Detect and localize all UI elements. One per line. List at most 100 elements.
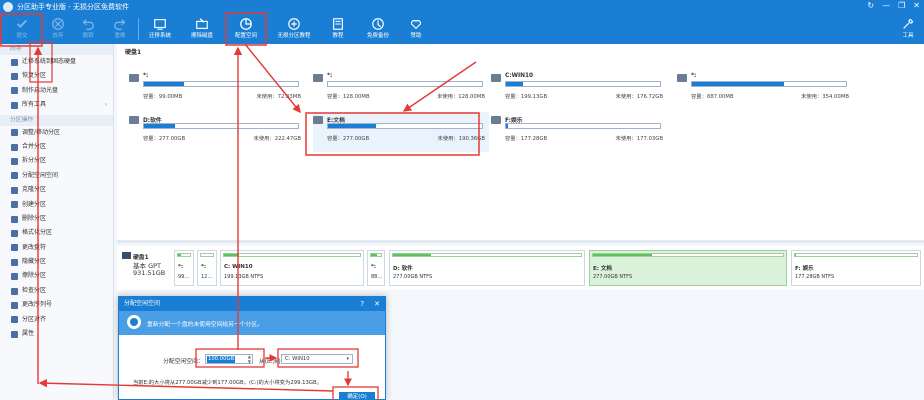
sidebar-item[interactable]: 属性 <box>0 327 113 341</box>
partition-icon <box>313 74 323 82</box>
sidebar-item-label: 恢复分区 <box>22 72 47 80</box>
partition-icon <box>129 74 139 82</box>
partition-card[interactable]: C:WIN10 容量：199.13GB 未使用：176.72GB <box>491 70 667 110</box>
sidebar-item[interactable]: 所有工具 › <box>0 98 113 112</box>
sidebar-item[interactable]: 格式化分区 <box>0 226 113 240</box>
sidebar-section-partition-ops: 分区操作 <box>0 114 113 126</box>
sidebar-item[interactable]: 恢复分区 <box>0 69 113 83</box>
partition-block[interactable]: C: WIN10 199.13GB NTFS <box>220 250 364 286</box>
allocate-size-input[interactable]: 100.00GB ▲ ▼ <box>205 354 253 364</box>
sidebar-item[interactable]: 调整/移动分区 <box>0 126 113 140</box>
commit-button[interactable]: 提交 <box>2 15 42 43</box>
partition-card[interactable]: E:文档 容量：277.00GB 未使用：190.36GB <box>313 112 489 152</box>
tools-button[interactable]: 工具 <box>888 15 924 43</box>
dialog-close-button[interactable]: ✕ <box>374 297 380 311</box>
sidebar-item[interactable]: 分配空闲空间 <box>0 169 113 183</box>
close-button[interactable]: ✕ <box>913 1 920 10</box>
sidebar-item-icon <box>11 301 18 309</box>
sidebar-item-label: 属性 <box>22 330 35 338</box>
panel-splitter[interactable] <box>117 240 924 243</box>
target-partition-select[interactable]: C: WIN10 ▾ <box>281 354 353 364</box>
sidebar-item[interactable]: 隐藏分区 <box>0 255 113 269</box>
target-partition-value: C: WIN10 <box>285 356 310 362</box>
partition-block[interactable]: F: 娱乐 177.28GB NTFS <box>791 250 921 286</box>
migrate-os-icon <box>140 17 180 32</box>
partition-block-size: 177.28GB NTFS <box>795 274 835 280</box>
sidebar-item[interactable]: 删除分区 <box>0 212 113 226</box>
sidebar-item-label: 检查分区 <box>22 286 47 294</box>
window-controls: ↻ — ❐ ✕ <box>867 1 920 10</box>
sponsor-button[interactable]: 赞助 <box>396 15 436 43</box>
dialog-banner: 重新分配一个盘的未使用空间给另一个分区。 <box>119 311 385 335</box>
sidebar-item[interactable]: 更改序列号 <box>0 298 113 312</box>
usage-bar-fill <box>144 82 185 86</box>
sidebar-item-icon <box>11 186 18 194</box>
partition-icon <box>313 116 323 124</box>
sidebar-partition-ops-list: 调整/移动分区 合并分区 拆分分区 分配空闲空间 克隆分区 创建分区 删除分区 格式化分区 更改… <box>0 126 113 342</box>
tutorial-icon <box>274 17 314 32</box>
sidebar-item[interactable]: 更改盘符 <box>0 241 113 255</box>
sidebar-item[interactable]: 分区对齐 <box>0 313 113 327</box>
disk-title: 硬盘1 <box>125 49 142 56</box>
partition-block-size: 199.13GB NTFS <box>224 274 264 280</box>
wipe-disk-button[interactable]: 擦除磁盘 <box>182 15 222 43</box>
partition-block-fill <box>393 254 431 256</box>
refresh-icon[interactable]: ↻ <box>867 1 874 10</box>
partition-block[interactable]: E: 文档 277.00GB NTFS <box>589 250 787 286</box>
allocation-result-hint: 当前E:的大小将从277.00GB减少到177.00GB，(C:)的大小将变为2… <box>133 380 322 386</box>
sidebar-item[interactable]: 擦除分区 <box>0 269 113 283</box>
redo-button[interactable]: 重做 <box>100 15 140 43</box>
sidebar-item-icon <box>11 158 18 166</box>
partition-capacity: 容量：199.13GB <box>505 94 548 100</box>
usage-bar-fill <box>144 124 175 128</box>
usage-bar <box>327 81 483 87</box>
lossless-tutorial-button[interactable]: 无损分区教程 <box>274 15 314 43</box>
sidebar-item[interactable]: 检查分区 <box>0 284 113 298</box>
stepper-arrows-icon[interactable]: ▲ ▼ <box>248 354 251 364</box>
partition-card[interactable]: *: 容量：887.00MB 未使用：354.00MB <box>677 70 853 110</box>
partition-card[interactable]: F:娱乐 容量：177.28GB 未使用：177.03GB <box>491 112 667 152</box>
restore-button[interactable]: ❐ <box>898 1 905 10</box>
partition-block[interactable]: *: 12... <box>197 250 217 286</box>
partition-icon <box>491 116 501 124</box>
disk-info[interactable]: 硬盘1 基本 GPT 931.51GB <box>121 250 173 286</box>
sidebar-item[interactable]: 迁移系统到固态硬盘 <box>0 55 113 69</box>
partition-block[interactable]: D: 软件 277.00GB NTFS <box>389 250 585 286</box>
usage-bar-fill <box>328 124 376 128</box>
partition-block[interactable]: *: 88... <box>367 250 385 286</box>
sidebar-item[interactable]: 克隆分区 <box>0 183 113 197</box>
partition-capacity: 容量：99.00MB <box>143 94 183 100</box>
partition-block[interactable]: *: 99... <box>174 250 194 286</box>
free-backup-button[interactable]: 免费备份 <box>358 15 398 43</box>
partition-card[interactable]: *: 容量：99.00MB 未使用：72.83MB <box>129 70 305 110</box>
sidebar-item[interactable]: 拆分分区 <box>0 154 113 168</box>
minimize-button[interactable]: — <box>882 1 890 10</box>
partition-card-name: *: <box>143 73 149 79</box>
chevron-down-icon: ▾ <box>346 356 349 362</box>
ok-button[interactable]: 确定(O) <box>339 392 375 400</box>
partition-block-bar <box>392 253 582 257</box>
sidebar-item-icon <box>11 287 18 295</box>
pie-chart-icon <box>127 315 141 329</box>
help-icon[interactable]: ? <box>360 297 364 311</box>
allocate-space-button[interactable]: 配置空间 <box>226 15 266 43</box>
sidebar-item-icon <box>11 172 18 180</box>
sidebar-section-wizard: 向导 <box>0 44 113 55</box>
usage-bar <box>505 81 661 87</box>
sidebar-item[interactable]: 创建分区 <box>0 198 113 212</box>
sidebar-item[interactable]: 制作启动光盘 <box>0 84 113 98</box>
dialog-title-bar: 分配空闲空间 ? ✕ <box>119 297 385 311</box>
chevron-right-icon: › <box>104 101 107 109</box>
partition-card[interactable]: *: 容量：128.00MB 未使用：128.00MB <box>313 70 489 110</box>
tutorial-button[interactable]: 教程 <box>318 15 358 43</box>
partition-card[interactable]: D:软件 容量：277.00GB 未使用：222.47GB <box>129 112 305 152</box>
partition-block-name: D: 软件 <box>393 266 413 272</box>
sidebar-item-label: 所有工具 <box>22 101 47 109</box>
sidebar-item-icon <box>11 129 18 137</box>
migrate-os-button[interactable]: 迁移系统 <box>140 15 180 43</box>
sidebar-item[interactable]: 合并分区 <box>0 140 113 154</box>
partition-block-fill <box>371 254 377 256</box>
usage-bar <box>327 123 483 129</box>
partition-block-fill <box>178 254 182 256</box>
app-logo-icon <box>3 2 13 12</box>
